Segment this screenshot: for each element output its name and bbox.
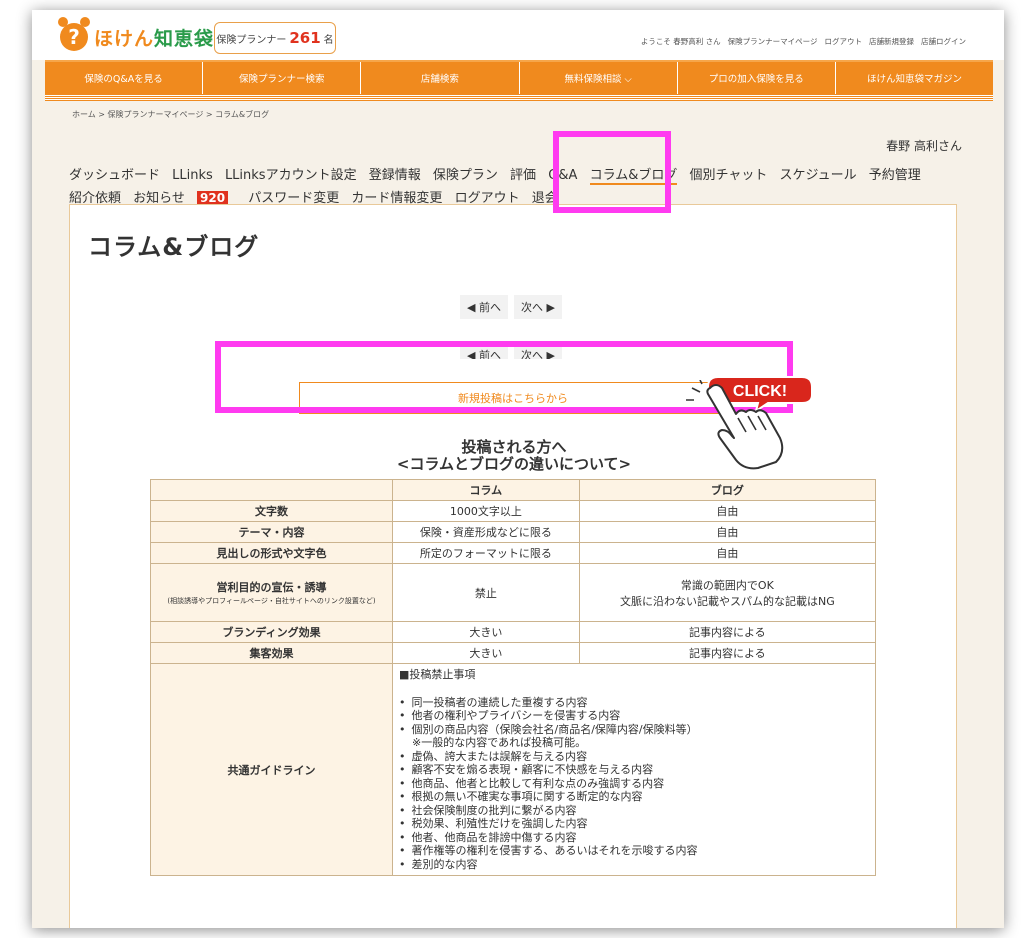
row-label-commercial: 営利目的の宣伝・誘導 (相談誘導やプロフィールページ・自社サイトへのリンク設置な… — [150, 563, 393, 622]
tab-dashboard[interactable]: ダッシュボード — [69, 168, 160, 183]
nav-free-consult[interactable]: 無料保険相談 ⌵ — [520, 62, 678, 94]
table-row: ブランディング効果 大きい 記事内容による — [150, 621, 877, 643]
list-item: 差別的な内容 — [399, 858, 869, 872]
planner-count-box: 保険プランナー 261 名 — [214, 22, 336, 54]
list-item: 顧客不安を煽る表現・顧客に不快感を与える内容 — [399, 763, 869, 777]
cell-column: 保険・資産形成などに限る — [392, 521, 580, 543]
logo-text-a: ほけん — [94, 27, 155, 50]
prev-button[interactable]: ◀ 前へ — [460, 295, 508, 319]
pager-top: ◀ 前へ 次へ ▶ — [460, 295, 562, 319]
pointing-hand-icon — [686, 380, 784, 470]
breadcrumb[interactable]: ホーム > 保険プランナーマイページ > コラム&ブログ — [72, 109, 269, 120]
nav-qa[interactable]: 保険のQ&Aを見る — [45, 62, 204, 94]
browser-page: ? ほけん知恵袋 保険プランナー 261 名 ようこそ 春野高利 さん 保険プラ… — [32, 10, 1004, 928]
next-button[interactable]: 次へ ▶ — [514, 295, 562, 319]
planner-count: 261 — [289, 29, 321, 47]
list-item: 同一投稿者の連続した重複する内容 — [399, 696, 869, 710]
list-item: 税効果、利殖性だけを強調した内容 — [399, 817, 869, 831]
nav-planner-search[interactable]: 保険プランナー検索 — [203, 62, 362, 94]
highlight-tab-box — [553, 131, 671, 213]
cell-blog: 自由 — [578, 542, 877, 564]
rules-table: コラム ブログ 文字数 1000文字以上 自由 テーマ・内容 保険・資産形成など… — [150, 479, 877, 876]
row-label: テーマ・内容 — [150, 521, 393, 543]
logo-mascot-icon: ? — [58, 17, 90, 51]
page-title: コラム&ブログ — [88, 233, 260, 261]
tab-chat[interactable]: 個別チャット — [689, 168, 767, 183]
table-row: 見出しの形式や文字色 所定のフォーマットに限る 自由 — [150, 542, 877, 564]
tab-reservation[interactable]: 予約管理 — [869, 168, 921, 183]
planner-unit: 名 — [323, 34, 334, 46]
cell-blog: 記事内容による — [578, 621, 877, 643]
table-row-guideline: 共通ガイドライン ■投稿禁止事項 同一投稿者の連続した重複する内容 他者の権利や… — [150, 663, 876, 876]
list-item: 個別の商品内容（保険会社名/商品名/保障内容/保険料等） — [399, 723, 869, 737]
list-item: 他商品、他者と比較して有利な点のみ強調する内容 — [399, 777, 869, 791]
table-header-row: コラム ブログ — [150, 479, 877, 501]
row-label: 営利目的の宣伝・誘導 — [216, 580, 327, 594]
tab-llinks[interactable]: LLinks — [172, 168, 213, 183]
notice-count-badge: 920 — [197, 191, 229, 205]
top-links: ようこそ 春野高利 さん 保険プランナーマイページ ログアウト 店舗新規登録 店… — [641, 36, 966, 47]
header-column: コラム — [392, 479, 580, 501]
nav-pro-insurance[interactable]: プロの加入保険を見る — [678, 62, 836, 94]
row-label: 文字数 — [150, 500, 393, 522]
prohibited-title: ■投稿禁止事項 — [399, 668, 476, 681]
guide-heading-2: <コラムとブログの違いについて> — [396, 455, 632, 473]
row-label: 見出しの形式や文字色 — [150, 542, 393, 564]
list-item: 他者の権利やプライバシーを侵害する内容 — [399, 709, 869, 723]
table-row: テーマ・内容 保険・資産形成などに限る 自由 — [150, 521, 877, 543]
tab-insurance-plan[interactable]: 保険プラン — [433, 168, 498, 183]
list-item: 虚偽、誇大または誤解を与える内容 — [399, 750, 869, 764]
table-row: 営利目的の宣伝・誘導 (相談誘導やプロフィールページ・自社サイトへのリンク設置な… — [150, 563, 877, 622]
list-item: 他者、他商品を誹謗中傷する内容 — [399, 831, 869, 845]
cell-blog-line-1: 常識の範囲内でOK — [680, 578, 774, 592]
list-item-note: ※一般的な内容であれば投稿可能。 — [412, 736, 587, 749]
list-item: 根拠の無い不確実な事項に関する断定的な内容 — [399, 790, 869, 804]
link-mypage[interactable]: 保険プランナーマイページ — [728, 36, 818, 47]
guideline-label: 共通ガイドライン — [150, 663, 393, 876]
main-nav: 保険のQ&Aを見る 保険プランナー検索 店舗検索 無料保険相談 ⌵ プロの加入保… — [45, 60, 993, 94]
tab-llinks-account[interactable]: LLinksアカウント設定 — [225, 168, 357, 183]
cell-column: 大きい — [392, 642, 580, 664]
list-item: 著作権等の権利を侵害する、あるいはそれを示唆する内容 — [399, 844, 869, 858]
header-empty — [150, 479, 393, 501]
tab-registration[interactable]: 登録情報 — [369, 168, 421, 183]
cell-column: 禁止 — [392, 563, 580, 622]
link-store-register[interactable]: 店舗新規登録 — [869, 36, 914, 47]
row-label: 集客効果 — [150, 642, 393, 664]
prohibited-list: 同一投稿者の連続した重複する内容 他者の権利やプライバシーを侵害する内容 個別の… — [399, 696, 869, 872]
cell-blog: 記事内容による — [578, 642, 877, 664]
planner-label: 保険プランナー — [216, 34, 287, 46]
row-label: ブランディング効果 — [150, 621, 393, 643]
list-item: 社会保険制度の批判に繋がる内容 — [399, 804, 869, 818]
table-row: 集客効果 大きい 記事内容による — [150, 642, 877, 664]
link-store-login[interactable]: 店舗ログイン — [921, 36, 966, 47]
cell-blog: 常識の範囲内でOK 文脈に沿わない記載やスパム的な記載はNG — [578, 563, 877, 622]
table-row: 文字数 1000文字以上 自由 — [150, 500, 877, 522]
nav-magazine[interactable]: ほけん知恵袋マガジン — [836, 62, 993, 94]
row-note: (相談誘導やプロフィールページ・自社サイトへのリンク設置など) — [167, 596, 376, 605]
welcome-text: ようこそ 春野高利 さん — [640, 37, 721, 46]
cell-blog: 自由 — [578, 521, 877, 543]
guide-heading: 投稿される方へ <コラムとブログの違いについて> — [70, 439, 958, 473]
user-name: 春野 高利さん — [886, 139, 962, 153]
cell-column: 1000文字以上 — [392, 500, 580, 522]
top-header: ? ほけん知恵袋 保険プランナー 261 名 ようこそ 春野高利 さん 保険プラ… — [32, 10, 1004, 60]
link-logout[interactable]: ログアウト — [825, 36, 863, 47]
cell-column: 大きい — [392, 621, 580, 643]
cell-blog: 自由 — [578, 500, 877, 522]
site-logo[interactable]: ? ほけん知恵袋 — [58, 17, 215, 52]
tab-rating[interactable]: 評価 — [510, 168, 536, 183]
guideline-cell: ■投稿禁止事項 同一投稿者の連続した重複する内容 他者の権利やプライバシーを侵害… — [392, 663, 876, 876]
tab-schedule[interactable]: スケジュール — [780, 168, 857, 183]
guide-heading-1: 投稿される方へ — [461, 438, 567, 456]
nav-store-search[interactable]: 店舗検索 — [361, 62, 520, 94]
cell-column: 所定のフォーマットに限る — [392, 542, 580, 564]
cell-blog-line-2: 文脈に沿わない記載やスパム的な記載はNG — [619, 594, 835, 608]
header-blog: ブログ — [578, 479, 877, 501]
nav-stripe — [45, 94, 993, 101]
content-panel: コラム&ブログ ◀ 前へ 次へ ▶ ◀ 前へ 次へ ▶ 新規投稿はこちらから 投… — [69, 204, 957, 928]
logo-text-b: 知恵袋 — [154, 27, 215, 50]
